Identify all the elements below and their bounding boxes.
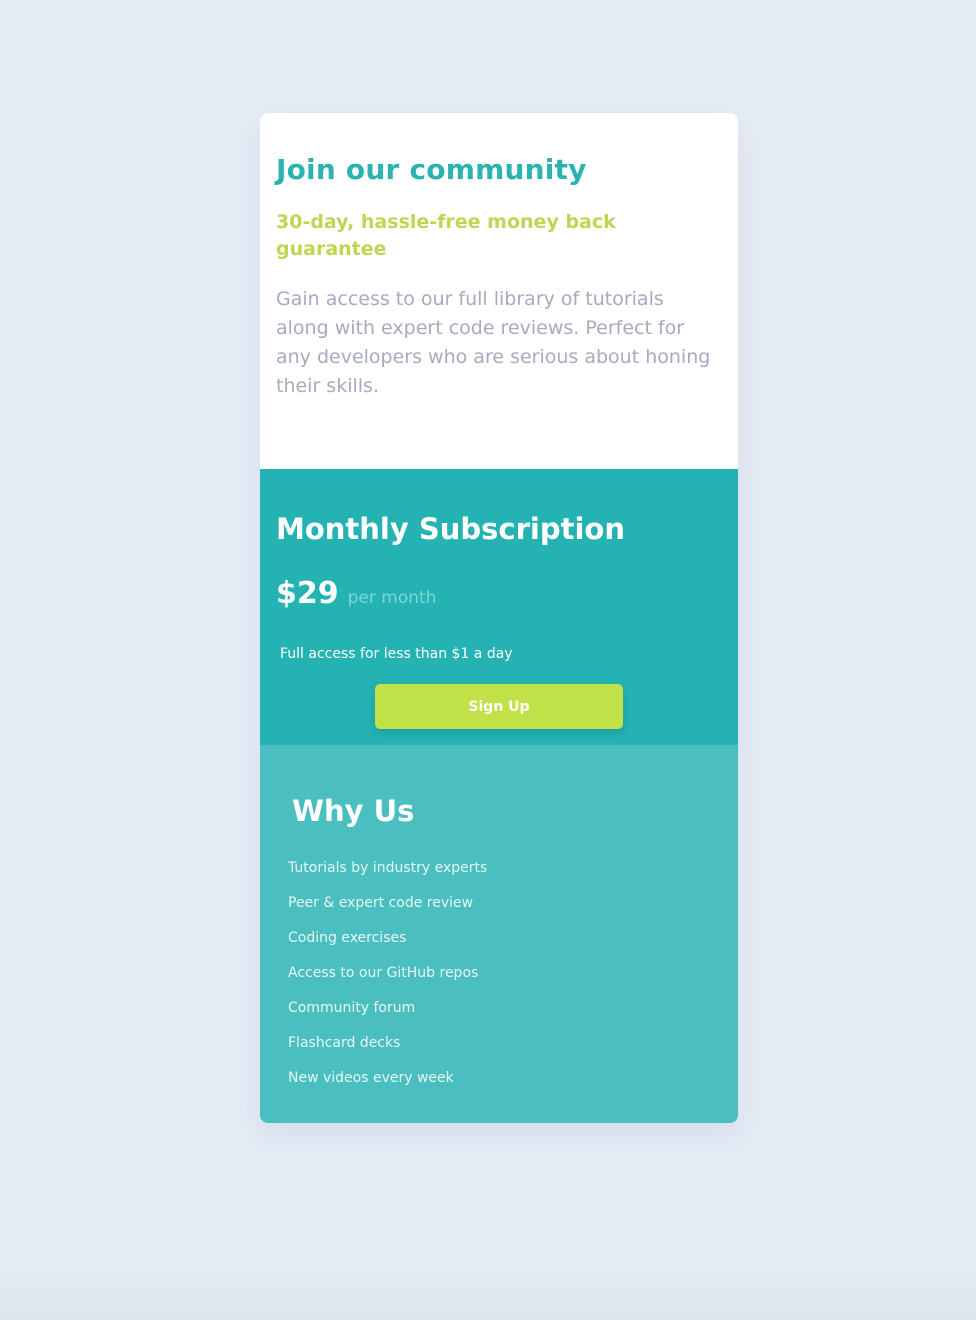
- price-period: per month: [347, 588, 437, 608]
- feature-item: Flashcard decks: [288, 1035, 401, 1051]
- why-us-title: Why Us: [292, 794, 415, 828]
- community-description: Gain access to our full library of tutor…: [276, 288, 711, 397]
- why-us-section: Why Us Tutorials by industry experts Pee…: [260, 745, 738, 1123]
- community-title: Join our community: [276, 153, 587, 186]
- feature-item: Peer & expert code review: [288, 895, 474, 911]
- subscription-section: Monthly Subscription $29 per month Full …: [260, 469, 738, 745]
- feature-item: Access to our GitHub repos: [288, 965, 479, 981]
- access-note: Full access for less than $1 a day: [280, 646, 513, 662]
- feature-item: Tutorials by industry experts: [288, 860, 488, 876]
- price-amount: $29: [276, 576, 339, 611]
- community-section: Join our community 30-day, hassle-free m…: [260, 113, 738, 469]
- price-row: $29 per month: [276, 577, 722, 611]
- features-list: Tutorials by industry experts Peer & exp…: [288, 851, 710, 1096]
- pricing-card: Join our community 30-day, hassle-free m…: [260, 113, 738, 1123]
- feature-item: Community forum: [288, 1000, 416, 1016]
- guarantee-subtitle: 30-day, hassle-free money back guarantee: [276, 211, 616, 260]
- page-bottom-shade: [0, 1260, 976, 1320]
- feature-item: Coding exercises: [288, 930, 407, 946]
- feature-item: New videos every week: [288, 1070, 454, 1086]
- subscription-title: Monthly Subscription: [276, 512, 625, 546]
- sign-up-button[interactable]: Sign Up: [375, 684, 623, 729]
